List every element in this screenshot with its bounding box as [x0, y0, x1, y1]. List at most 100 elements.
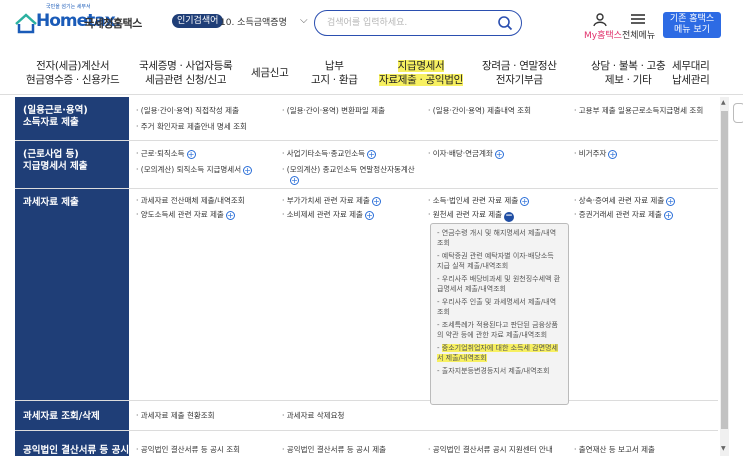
nav-item-incentive[interactable]: 장려금 · 연말정산 전자기부금 — [482, 59, 557, 87]
row-heading: 과세자료 조회/삭제 — [15, 401, 129, 430]
menu-link[interactable]: · 출연재산 등 보고서 제출 — [574, 445, 655, 455]
plus-icon[interactable]: + — [663, 211, 673, 220]
search-input[interactable] — [327, 15, 497, 31]
menu-link-label: 공익법인 결산서류 등 공시 제출 — [286, 445, 387, 454]
menu-link[interactable]: · 사업기타소득·종교인소득 + — [282, 149, 377, 159]
vertical-scrollbar[interactable]: ▲ ▼ — [720, 97, 729, 456]
menu-link-label: 근로·퇴직소득 — [140, 149, 185, 158]
menu-link[interactable]: · 근로·퇴직소득 + — [136, 149, 196, 159]
submenu-link-label: 연금수령 개시 및 해지명세서 제출/내역조회 — [437, 229, 557, 247]
menu-link[interactable]: · 소득·법인세 관련 자료 제출 + — [428, 196, 530, 206]
plus-icon[interactable]: + — [608, 150, 618, 159]
plus-icon[interactable]: + — [367, 150, 377, 159]
nav-item-label: 세금신고 — [251, 67, 289, 79]
nav-item-certificate[interactable]: 국세증명 · 사업자등록 세금관련 신청/신고 — [139, 59, 233, 87]
main-nav: 전자(세금)계산서 현금영수증 · 신용카드 국세증명 · 사업자등록 세금관련… — [0, 49, 743, 95]
menu-link-label: 이자·배당·연금계좌 — [432, 149, 493, 158]
nav-item-sublabel: 전자기부금 — [495, 74, 543, 86]
plus-icon[interactable]: + — [364, 211, 374, 220]
scrollbar-thumb[interactable] — [721, 111, 728, 429]
menu-link-label: 주거 확인자료 제출안내 명세 조회 — [140, 122, 247, 131]
menu-link[interactable]: · 주거 확인자료 제출안내 명세 조회 — [136, 122, 247, 132]
logo-org-name: 국세청홈택스 — [84, 17, 142, 30]
menu-link[interactable]: · (모의계산) 퇴직소득 지급명세서 + — [136, 165, 253, 175]
plus-icon[interactable]: + — [371, 197, 381, 206]
chevron-down-icon[interactable]: ⌵ — [300, 15, 308, 26]
nav-item-sublabel: 자료제출 · 공익법인 — [379, 74, 463, 86]
menu-link[interactable]: · 양도소득세 관련 자료 제출 + — [136, 210, 235, 220]
house-logo-icon — [15, 13, 37, 34]
submenu-link[interactable]: - 조세특례가 적용된다고 판단된 금융상품의 약관 등에 관한 자료 제출/내… — [437, 320, 562, 340]
scroll-down-icon[interactable]: ▼ — [721, 445, 726, 452]
legacy-menu-button[interactable]: 기존 홈택스 메뉴 보기 — [663, 12, 721, 38]
nav-item-tax-return[interactable]: 세금신고 — [251, 66, 289, 80]
submenu-link-highlighted[interactable]: - 중소기업취업자에 대한 소득세 감면명세서 제출/내역조회 — [437, 343, 562, 363]
plus-icon[interactable]: + — [494, 150, 504, 159]
menu-link-expanded[interactable]: · 원천세 관련 자료 제출 − — [428, 210, 515, 222]
menu-link-label: 과세자료 전산매체 제출/내역조회 — [140, 196, 245, 205]
submenu-link[interactable]: - 연금수령 개시 및 해지명세서 제출/내역조회 — [437, 228, 562, 248]
menu-row: (근로사업 등) 지급명세서 제출 · 근로·퇴직소득 + · 사업기타소득·종교… — [15, 141, 718, 189]
nav-item-payment[interactable]: 납부 고지 · 환급 — [311, 59, 358, 87]
menu-link[interactable]: · 공익법인 결산서류 공시 지원센터 안내 — [428, 445, 553, 455]
nav-item-label: 지급명세서 — [397, 60, 445, 72]
menu-link[interactable]: + — [288, 175, 299, 185]
popular-keyword-text[interactable]: 10. 소득금액증명 — [220, 15, 287, 28]
menu-link-label: 과세자료 삭제요청 — [286, 411, 345, 420]
submenu-link[interactable]: - 출자지분등변경등지서 제출/내역조회 — [437, 366, 562, 376]
nav-item-label: 국세증명 · 사업자등록 — [139, 60, 233, 72]
submenu-link[interactable]: - 우리사주 배당비과세 및 원천징수세액 환급명세서 제출/내역조회 — [437, 274, 562, 294]
menu-link[interactable]: · 증권거래세 관련 자료 제출 + — [574, 210, 673, 220]
menu-link[interactable]: · 공익법인 결산서류 등 공시 제출 — [282, 445, 386, 455]
scroll-up-icon[interactable]: ▲ — [721, 99, 726, 106]
nav-item-label: 세무대리 — [672, 60, 710, 72]
menu-link-label: 비거주자 — [578, 149, 607, 158]
menu-link[interactable]: · 소비제세 관련 자료 제출 + — [282, 210, 374, 220]
menu-link[interactable]: · 과세자료 전산매체 제출/내역조회 — [136, 196, 245, 206]
menu-link-label: 소비제세 관련 자료 제출 — [286, 210, 363, 219]
menu-link[interactable]: · 부가가치세 관련 자료 제출 + — [282, 196, 381, 206]
popular-keyword-badge: 인기검색어 — [172, 14, 224, 28]
menu-link[interactable]: · (모의계산) 종교인소득 연말정산자동계산 — [282, 165, 415, 175]
menu-link-label: 소득·법인세 관련 자료 제출 — [432, 196, 519, 205]
plus-icon[interactable]: + — [186, 150, 196, 159]
myhome-button[interactable]: My홈택스 — [584, 12, 622, 41]
menu-row: 과세자료 제출 · 과세자료 전산매체 제출/내역조회 · 부가가치세 관련 자… — [15, 189, 718, 401]
search-icon[interactable] — [497, 15, 513, 31]
menu-link-label: 공익법인 결산서류 등 공시 조회 — [140, 445, 241, 454]
hamburger-icon — [631, 14, 645, 24]
plus-icon[interactable]: + — [225, 211, 235, 220]
menu-link[interactable]: · 상속·증여세 관련 자료 제출 + — [574, 196, 676, 206]
menu-link-label: (모의계산) 종교인소득 연말정산자동계산 — [286, 165, 415, 174]
submenu-link[interactable]: - 우리사주 인출 및 과세명세서 제출/내역조회 — [437, 297, 562, 317]
menu-link[interactable]: · 공익법인 결산서류 등 공시 조회 — [136, 445, 240, 455]
submenu-link[interactable]: - 예탁증권 관련 예탁자별 이자·배당소득 지급 실적 제출/내역조회 — [437, 251, 562, 271]
nav-item-tax-agent[interactable]: 세무대리 납세관리 — [672, 59, 710, 87]
row-heading-line1: 공익법인 결산서류 등 공시 — [23, 445, 129, 456]
nav-item-consult[interactable]: 상담 · 불복 · 고충 제보 · 기타 — [591, 59, 666, 87]
plus-icon[interactable]: + — [666, 197, 676, 206]
nav-item-payment-statement[interactable]: 지급명세서 자료제출 · 공익법인 — [379, 59, 463, 87]
menu-link[interactable]: · (일용·간이·용역) 변환파일 제출 — [282, 106, 385, 116]
nav-item-sublabel: 제보 · 기타 — [604, 74, 652, 86]
menu-link[interactable]: · (일용·간이·용역) 제출내역 조회 — [428, 106, 531, 116]
plus-icon[interactable]: + — [243, 166, 253, 175]
menu-link[interactable]: · 이자·배당·연금계좌 + — [428, 149, 504, 159]
menu-link[interactable]: · 과세자료 삭제요청 — [282, 411, 344, 421]
nav-item-einvoice[interactable]: 전자(세금)계산서 현금영수증 · 신용카드 — [26, 59, 120, 87]
nav-item-label: 장려금 · 연말정산 — [482, 60, 557, 72]
minus-icon[interactable]: − — [504, 212, 515, 222]
submenu-link-label: 중소기업취업자에 대한 소득세 감면명세서 제출/내역조회 — [437, 344, 558, 362]
plus-icon[interactable]: + — [290, 176, 299, 185]
menu-link[interactable]: · 과세자료 제출 현황조회 — [136, 411, 215, 421]
menu-link[interactable]: · (일용·간이·용역) 직접작성 제출 — [136, 106, 239, 116]
nav-item-label: 전자(세금)계산서 — [36, 60, 110, 72]
menu-link[interactable]: · 비거주자 + — [574, 149, 618, 159]
menu-link-label: 부가가치세 관련 자료 제출 — [286, 196, 370, 205]
plus-icon[interactable]: + — [520, 197, 530, 206]
menu-link-label: 상속·증여세 관련 자료 제출 — [578, 196, 665, 205]
side-panel-tab[interactable] — [733, 103, 743, 123]
menu-link[interactable]: · 고용부 제출 일용근로소득지급명세 조회 — [574, 106, 703, 116]
row-heading-line1: (일용근로·용역) — [23, 105, 88, 116]
hometax-logo[interactable]: 국민을 섬기는 세무서 Hometax. 국세청홈택스 — [14, 4, 142, 39]
